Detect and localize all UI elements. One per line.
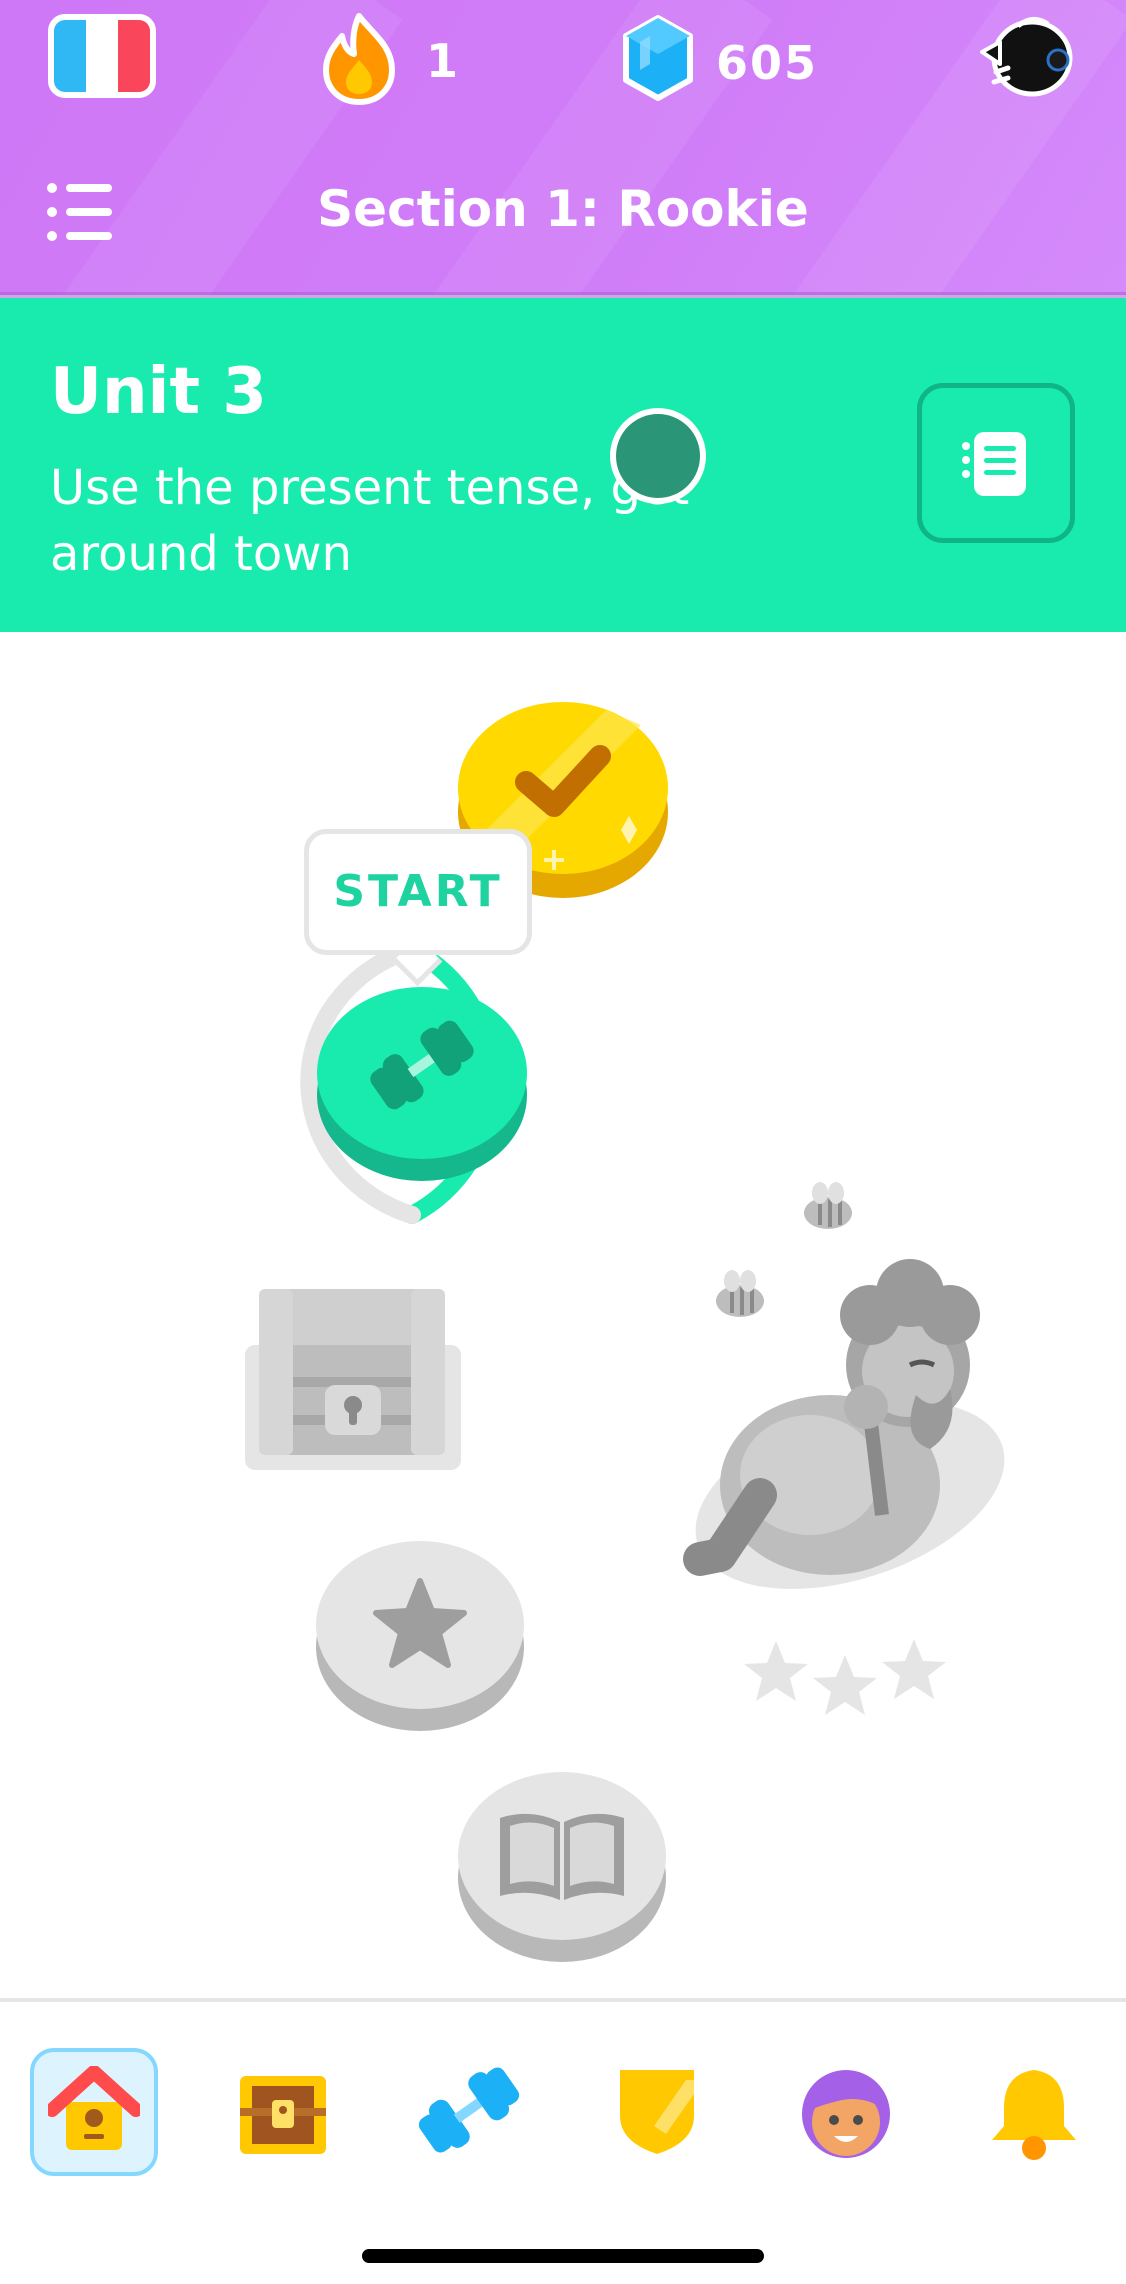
- story-stars: [740, 1635, 950, 1715]
- star-icon: [882, 1639, 946, 1699]
- start-bubble[interactable]: START: [304, 829, 532, 955]
- nav-leagues-tab[interactable]: [594, 2050, 720, 2176]
- sleeping-character-icon: [660, 1175, 1010, 1605]
- treasure-chest-icon: [236, 2072, 330, 2158]
- locked-story-node[interactable]: [456, 1768, 668, 1964]
- star-icon: [813, 1655, 877, 1715]
- star-icon: [744, 1641, 808, 1701]
- nav-practice-tab[interactable]: [406, 2050, 532, 2176]
- shield-icon: [616, 2066, 698, 2158]
- guidebook-button[interactable]: [917, 383, 1075, 543]
- active-lesson-node[interactable]: [262, 945, 582, 1227]
- avatar-icon: [794, 2060, 898, 2164]
- streak-count: 1: [426, 34, 461, 88]
- home-indicator[interactable]: [362, 2249, 764, 2263]
- gems-counter[interactable]: 605: [620, 14, 820, 106]
- nav-learn-tab[interactable]: [30, 2048, 158, 2176]
- locked-lesson-node[interactable]: [314, 1537, 526, 1733]
- dumbbell-icon: [414, 2060, 524, 2160]
- touch-indicator: [610, 408, 706, 504]
- star-icon: [370, 1577, 470, 1669]
- bird-mascot-icon[interactable]: [978, 12, 1078, 104]
- gems-count: 605: [716, 36, 819, 90]
- top-header: [0, 0, 1126, 295]
- nav-notifications-tab[interactable]: [970, 2050, 1096, 2176]
- house-icon: [45, 2065, 143, 2158]
- treasure-chest-icon[interactable]: [245, 1285, 461, 1470]
- book-icon: [494, 1808, 630, 1904]
- unit-title: Unit 3: [50, 355, 267, 429]
- nav-chest-tab[interactable]: [220, 2050, 346, 2176]
- streak-counter[interactable]: 1: [318, 10, 468, 106]
- france-flag-icon[interactable]: [48, 14, 156, 98]
- nav-profile-tab[interactable]: [782, 2050, 908, 2176]
- bottom-nav: [0, 2002, 1126, 2284]
- dumbbell-icon: [362, 1015, 482, 1115]
- bell-icon: [990, 2064, 1078, 2164]
- gem-icon: [620, 14, 696, 102]
- guidebook-icon: [960, 428, 1032, 500]
- section-title[interactable]: Section 1: Rookie: [0, 180, 1126, 238]
- flame-icon: [318, 10, 400, 106]
